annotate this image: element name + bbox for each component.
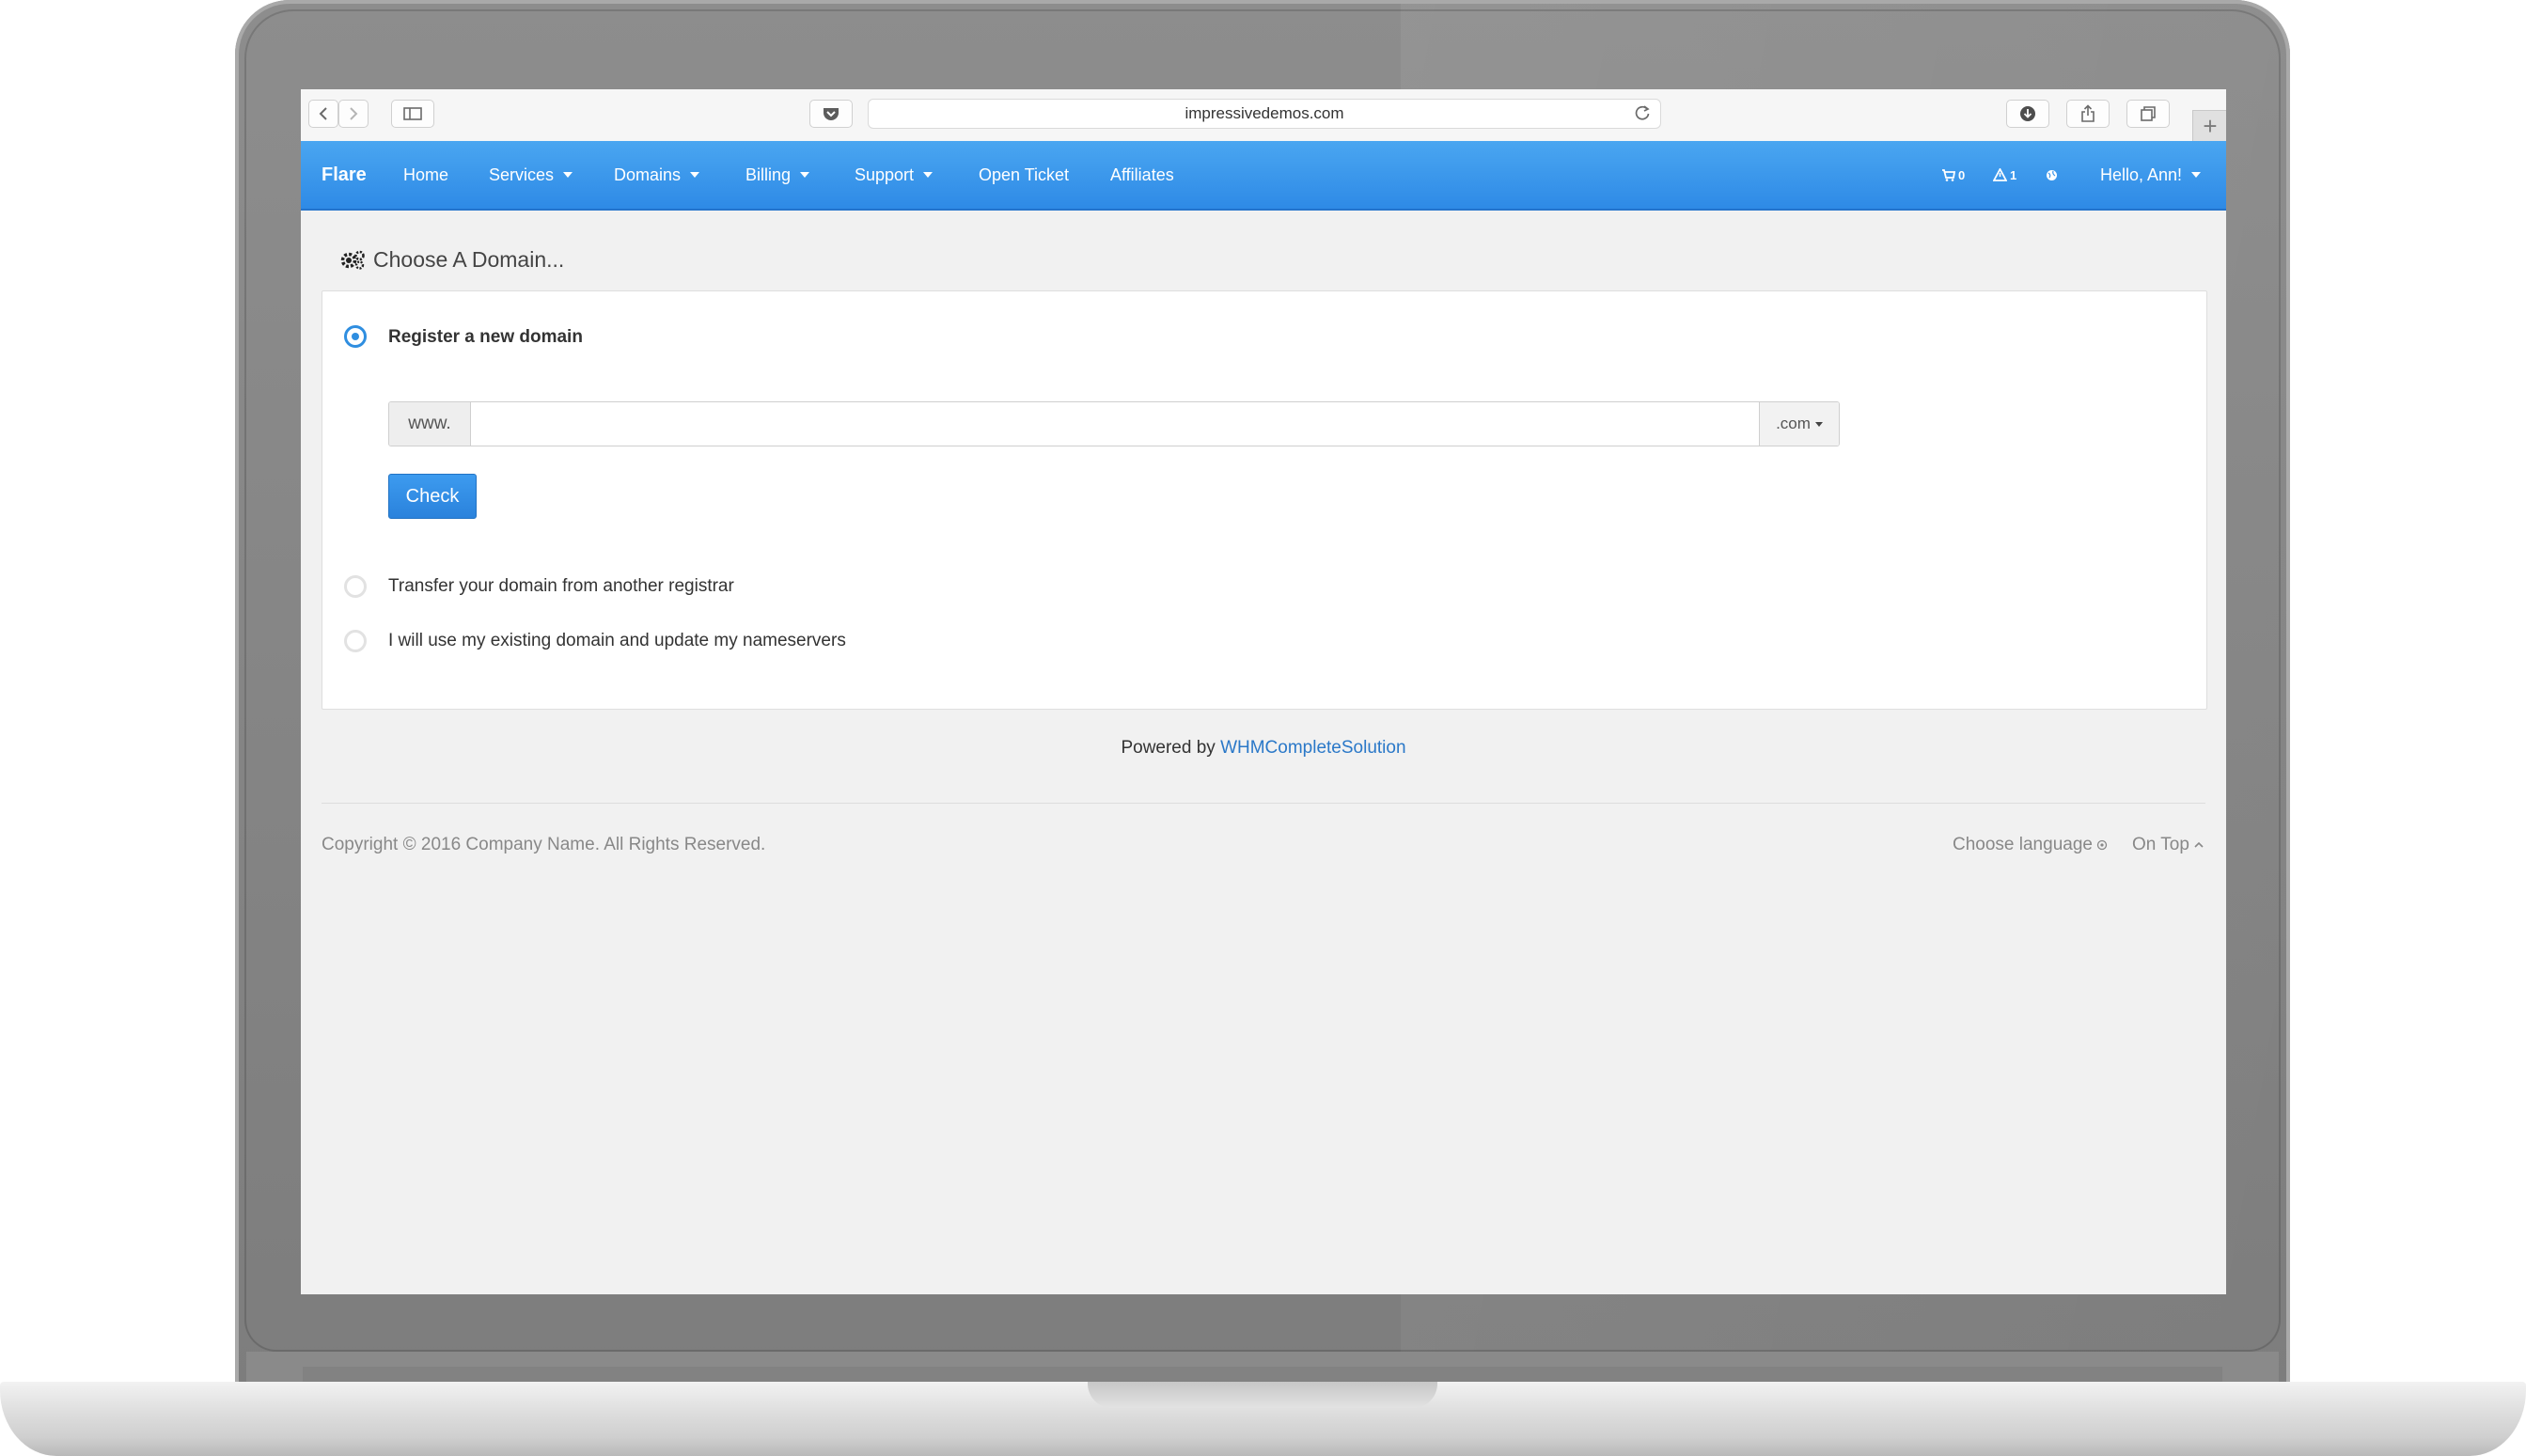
transfer-radio[interactable] bbox=[344, 575, 367, 598]
plus-icon: + bbox=[2203, 112, 2218, 140]
nav-open-ticket[interactable]: Open Ticket bbox=[979, 141, 1069, 209]
forward-button[interactable] bbox=[338, 100, 369, 128]
language-link[interactable] bbox=[2046, 141, 2058, 209]
chevron-up-icon bbox=[2194, 841, 2204, 848]
register-radio[interactable] bbox=[344, 325, 367, 348]
nav-home-label: Home bbox=[403, 164, 449, 184]
tld-dropdown[interactable]: .com bbox=[1759, 402, 1839, 446]
brand-logo[interactable]: Flare bbox=[322, 141, 367, 209]
url-text: impressivedemos.com bbox=[1185, 104, 1344, 122]
caret-down-icon bbox=[1814, 421, 1823, 427]
globe-icon bbox=[2096, 839, 2108, 851]
nav-support[interactable]: Support bbox=[855, 141, 934, 209]
nav-billing-label: Billing bbox=[745, 164, 792, 184]
nav-open-ticket-label: Open Ticket bbox=[979, 164, 1070, 184]
caret-down-icon bbox=[563, 172, 573, 178]
sidebar-toggle-button[interactable] bbox=[391, 100, 434, 128]
on-top-label: On Top bbox=[2132, 835, 2189, 854]
check-button[interactable]: Check bbox=[388, 474, 477, 519]
nav-support-label: Support bbox=[855, 164, 915, 184]
pocket-button[interactable] bbox=[809, 100, 853, 128]
powered-by-prefix: Powered by bbox=[1121, 738, 1216, 758]
nav-affiliates[interactable]: Affiliates bbox=[1110, 141, 1174, 209]
caret-down-icon bbox=[2191, 172, 2202, 178]
existing-domain-radio[interactable] bbox=[344, 630, 367, 652]
back-button[interactable] bbox=[308, 100, 338, 128]
powered-by: Powered by WHMCompleteSolution bbox=[301, 738, 2226, 759]
alert-count: 1 bbox=[2010, 167, 2017, 182]
footer-divider bbox=[322, 803, 2205, 804]
domain-search-group: www. .com bbox=[388, 401, 1840, 446]
warning-icon bbox=[1993, 168, 2007, 181]
cart-icon bbox=[1942, 168, 1955, 181]
user-menu[interactable]: Hello, Ann! bbox=[2100, 141, 2202, 209]
register-label[interactable]: Register a new domain bbox=[388, 327, 583, 348]
new-tab-button[interactable]: + bbox=[2192, 110, 2226, 141]
chevron-right-icon bbox=[350, 107, 358, 120]
share-button[interactable] bbox=[2066, 100, 2110, 128]
laptop-notch bbox=[1088, 1382, 1437, 1408]
www-prefix: www. bbox=[389, 402, 471, 446]
caret-down-icon bbox=[690, 172, 700, 178]
existing-domain-label[interactable]: I will use my existing domain and update… bbox=[388, 631, 846, 651]
download-icon bbox=[2020, 106, 2035, 121]
nav-domains[interactable]: Domains bbox=[614, 141, 700, 209]
domain-name-input[interactable] bbox=[471, 402, 1759, 446]
domain-options-panel: Register a new domain www. .com Check Tr… bbox=[322, 290, 2207, 710]
user-menu-label: Hello, Ann! bbox=[2100, 164, 2183, 184]
globe-icon bbox=[2047, 169, 2057, 180]
screen: impressivedemos.com + Flare Home Service… bbox=[301, 89, 2226, 1294]
page-title: Choose A Domain... bbox=[340, 245, 564, 274]
copyright-text: Copyright © 2016 Company Name. All Right… bbox=[322, 835, 766, 854]
cart-link[interactable]: 0 bbox=[1941, 141, 1965, 209]
address-bar[interactable]: impressivedemos.com bbox=[868, 99, 1661, 129]
notifications-link[interactable]: 1 bbox=[1993, 141, 2016, 209]
page-title-text: Choose A Domain... bbox=[373, 246, 565, 272]
choose-language-label: Choose language bbox=[1953, 835, 2093, 854]
browser-toolbar: impressivedemos.com + bbox=[301, 89, 2226, 142]
nav-affiliates-label: Affiliates bbox=[1110, 164, 1174, 184]
nav-domains-label: Domains bbox=[614, 164, 682, 184]
cart-count: 0 bbox=[1958, 167, 1966, 182]
choose-language-link[interactable]: Choose language bbox=[1953, 835, 2108, 855]
caret-down-icon bbox=[923, 172, 934, 178]
nav-billing[interactable]: Billing bbox=[745, 141, 810, 209]
back-to-top-link[interactable]: On Top bbox=[2132, 835, 2204, 855]
whmcs-link[interactable]: WHMCompleteSolution bbox=[1220, 738, 1405, 758]
main-navbar: Flare Home Services Domains Billing Supp… bbox=[301, 141, 2226, 211]
chevron-left-icon bbox=[319, 107, 327, 120]
transfer-label[interactable]: Transfer your domain from another regist… bbox=[388, 576, 734, 597]
tld-selected: .com bbox=[1776, 415, 1811, 432]
nav-services[interactable]: Services bbox=[489, 141, 573, 209]
downloads-button[interactable] bbox=[2006, 100, 2049, 128]
nav-home[interactable]: Home bbox=[403, 141, 448, 209]
pocket-icon bbox=[824, 108, 839, 120]
share-icon bbox=[2081, 104, 2095, 122]
tabs-overview-button[interactable] bbox=[2126, 100, 2170, 128]
sidebar-icon bbox=[403, 107, 422, 120]
caret-down-icon bbox=[800, 172, 810, 178]
tabs-icon bbox=[2141, 106, 2156, 121]
nav-services-label: Services bbox=[489, 164, 555, 184]
reload-icon[interactable] bbox=[1634, 104, 1651, 121]
gears-icon bbox=[340, 250, 365, 270]
